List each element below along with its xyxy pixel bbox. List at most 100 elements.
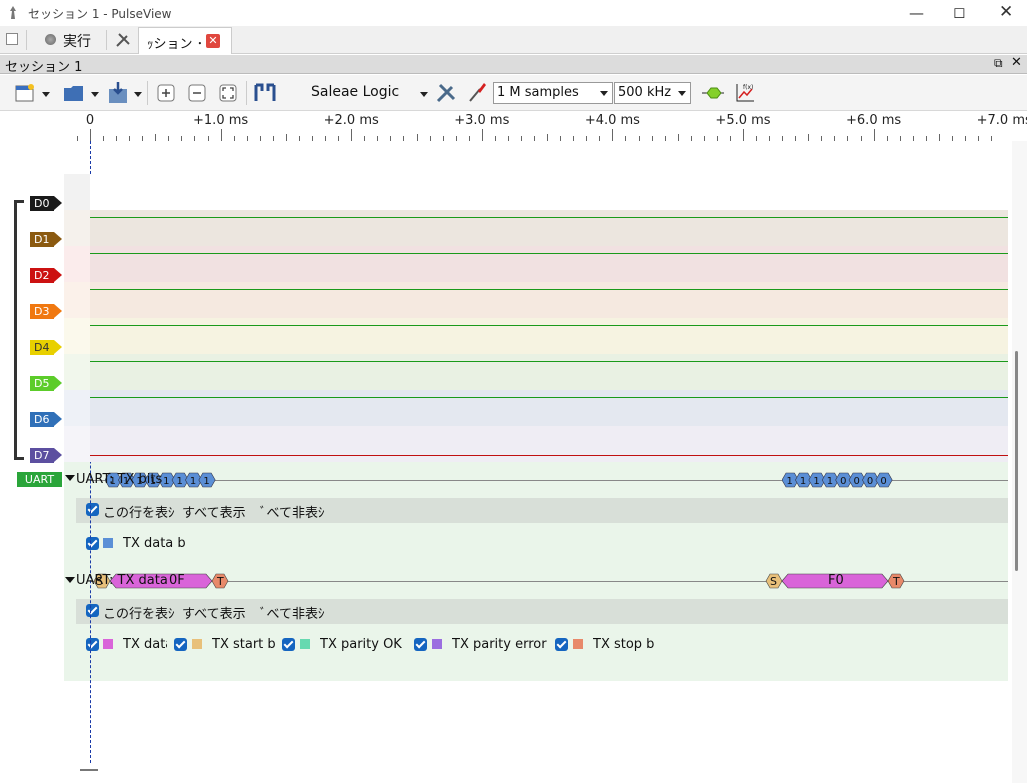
close-icon[interactable]: ✕ [999,2,1013,22]
ruler-tick [285,134,287,141]
new-view-dropdown-icon[interactable] [42,92,50,97]
show-all-label[interactable]: すべて表示 [182,603,246,622]
channel-signal-line [90,217,1008,218]
bit-value: 0 [840,476,846,487]
show-this-label[interactable]: この行を表ｼ [103,603,176,622]
ruler-tick [351,129,353,141]
sample-count-select[interactable]: 1 M samples [493,82,613,104]
ruler-label: +3.0 ms [454,113,510,128]
main-tab-bar: 実行 ｯション ･ ✕ [0,26,1027,54]
channel-row-margin [64,246,90,282]
trace-view[interactable]: UART UART: TX bits この行を表ｼ すべて表示 ﾞべて非表ｼ T… [0,141,1027,783]
channel-row-margin [64,282,90,318]
sample-rate-select[interactable]: 500 kHz [614,82,691,104]
class-checkbox[interactable] [86,638,99,651]
bit-value: 1 [163,476,169,487]
settings-tools-icon[interactable] [114,31,132,49]
class-label: TX parity OK [320,637,402,652]
open-icon[interactable] [62,83,86,103]
sample-rate-value: 500 kHz [618,85,672,100]
minimize-icon[interactable]: — [909,4,924,22]
run-button[interactable]: 実行 [63,31,91,51]
add-decoder-icon[interactable] [701,85,725,101]
bit-value: 1 [787,476,793,487]
class-checkbox[interactable] [282,638,295,651]
svg-text:f(x): f(x) [743,84,753,91]
class-checkbox[interactable] [555,638,568,651]
tab-close-icon[interactable]: ✕ [206,34,220,48]
save-icon[interactable] [106,81,130,105]
bit-value: 1 [800,476,806,487]
channel-row [90,282,1008,318]
math-signal-icon[interactable]: f(x) [734,82,756,104]
ruler-tick [90,129,91,141]
main-toolbar: Saleae Logic 1 M samples 500 kHz f(x) [0,75,1027,111]
channel-name: D2 [34,269,50,282]
show-this-checkbox[interactable] [86,604,99,617]
probe-icon[interactable] [466,81,488,103]
channel-tag-d5[interactable]: D5 [30,376,62,391]
time-ruler[interactable]: 0 +1.0 ms +2.0 ms +3.0 ms +4.0 ms +5.0 ms +6.0… [0,111,1027,141]
class-checkbox[interactable] [86,537,99,550]
class-checkbox[interactable] [174,638,187,651]
channel-row-margin [64,318,90,354]
save-dropdown-icon[interactable] [134,92,142,97]
show-this-label[interactable]: この行を表ｼ [103,502,176,521]
channel-row-margin [64,390,90,426]
window-title: セッション 1 - PulseView [28,7,172,21]
session-bar: セッション 1 ⧉ ✕ [0,55,1027,75]
device-config-icon[interactable] [435,82,457,104]
scrollbar-thumb[interactable] [1015,351,1018,571]
decoder2-label: UART: TX data [76,573,168,588]
ruler-label: +7.0 ms [976,113,1027,128]
class-color-swatch [103,538,113,548]
class-label: TX stop b [593,637,655,652]
ruler-tick [481,129,483,141]
channel-tag-d1[interactable]: D1 [30,232,62,247]
ruler-tick [873,129,875,141]
hide-all-label[interactable]: ﾞべて非表ｼ [260,502,331,521]
channel-row [90,210,1008,246]
channel-row-margin [64,210,90,246]
decoder2-expand-icon[interactable] [65,577,75,583]
class-checkbox[interactable] [414,638,427,651]
vertical-scrollbar[interactable] [1012,141,1027,783]
ruler-label: +4.0 ms [584,113,640,128]
bit-value: 1 [813,476,819,487]
session-title: セッション 1 [5,60,83,75]
channel-tag-d4[interactable]: D4 [30,340,62,355]
show-all-label[interactable]: すべて表示 [182,502,246,521]
session-close-icon[interactable]: ✕ [1011,55,1022,70]
maximize-icon[interactable]: ◻ [953,3,965,21]
device-dropdown-icon[interactable] [420,92,428,97]
cursor-icon[interactable] [253,83,277,103]
new-view-icon[interactable] [14,83,36,103]
zoom-out-icon[interactable] [188,84,206,102]
channel-tag-d0[interactable]: D0 [30,196,62,211]
splitter-handle[interactable] [80,769,98,771]
hide-all-label[interactable]: ﾞべて非表ｼ [260,603,331,622]
decoder2-start-left: S [96,575,103,588]
channel-tag-d3[interactable]: D3 [30,304,62,319]
ruler-label: +5.0 ms [715,113,771,128]
decoder2-stop-left: T [217,575,224,588]
float-icon[interactable]: ⧉ [994,56,1003,71]
channel-row-margin [64,354,90,390]
zoom-in-icon[interactable] [157,84,175,102]
device-selector[interactable]: Saleae Logic [311,84,399,100]
tab-session-1[interactable]: ｯション ･ ✕ [138,27,232,54]
ruler-label: +2.0 ms [323,113,379,128]
bit-value: 1 [177,476,183,487]
channel-tag-d2[interactable]: D2 [30,268,62,283]
channel-tag-d7[interactable]: D7 [30,448,62,463]
ruler-tick [743,129,744,141]
ruler-tick [938,134,940,141]
chevron-down-icon [678,91,686,96]
channel-tag-d6[interactable]: D6 [30,412,62,427]
open-dropdown-icon[interactable] [91,92,99,97]
new-session-icon[interactable] [6,33,18,45]
decoder-tag[interactable]: UART [17,472,62,487]
show-this-checkbox[interactable] [86,503,99,516]
zoom-fit-icon[interactable] [219,84,237,102]
decoder1-expand-icon[interactable] [65,475,75,481]
